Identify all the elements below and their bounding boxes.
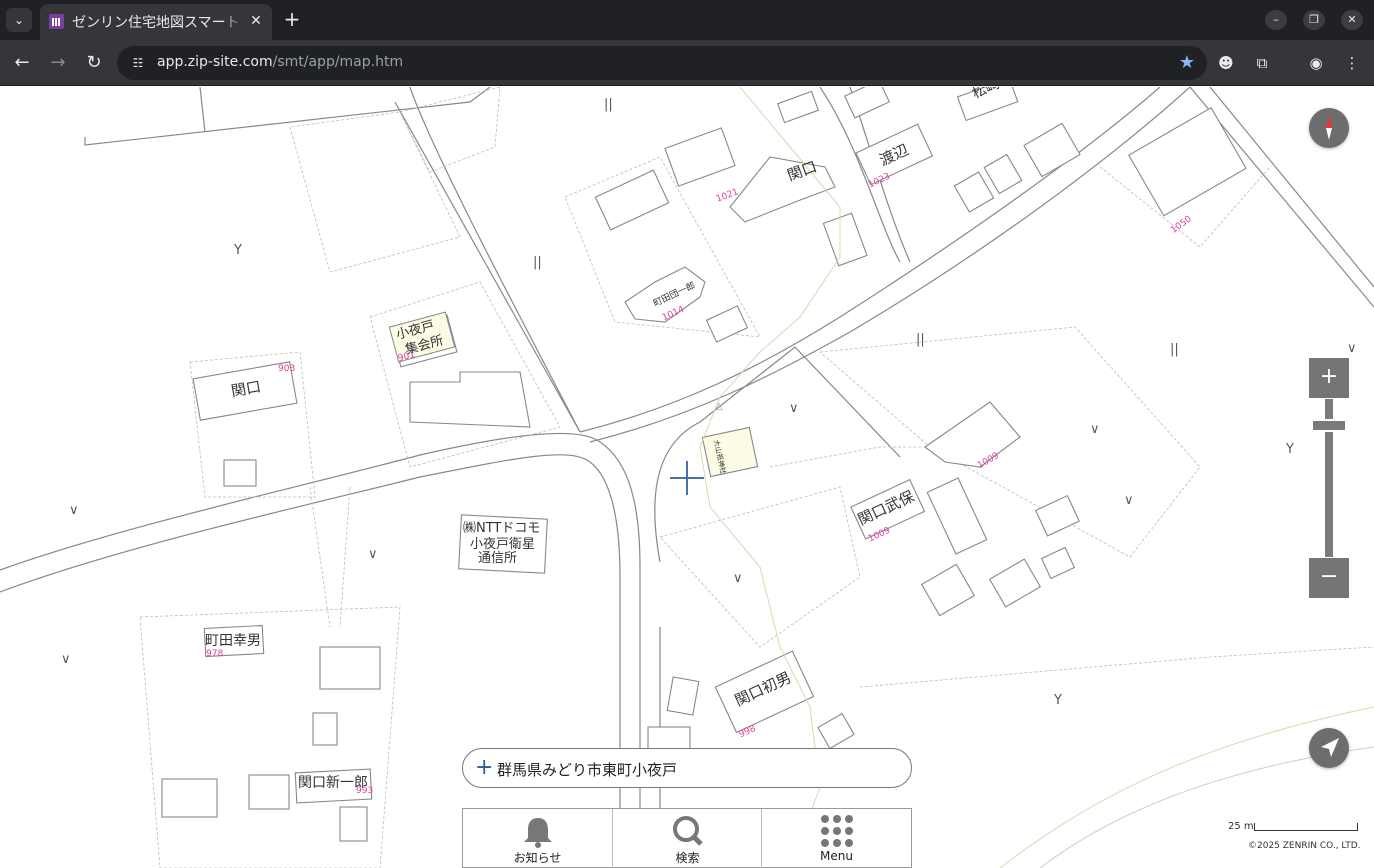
extensions-puzzle-icon[interactable]: ⧉ [1250,51,1274,75]
menu-label: Menu [820,849,853,863]
menu-button[interactable]: Menu [761,809,910,868]
more-menu-icon[interactable]: ⋮ [1340,51,1364,75]
url-path: /smt/app/map.htm [272,54,404,70]
farm-symbol-icon: ∨ [368,547,378,562]
address-bar[interactable]: ☷ app.zip-site.com/smt/app/map.htm ★ [117,46,1207,80]
label-ntt-3: 通信所 [478,551,518,566]
news-button[interactable]: お知らせ [463,809,612,868]
bottom-menu-bar: お知らせ 検索 Menu [462,808,912,868]
url-text[interactable]: app.zip-site.com/smt/app/map.htm [157,54,403,70]
label-ntt-1: ㈱NTTドコモ [463,521,541,536]
address-search-box[interactable]: + 群馬県みどり市東町小夜戸 [462,748,912,788]
reload-button[interactable]: ↻ [82,51,106,75]
new-tab-button[interactable]: + [282,9,302,29]
close-window-button[interactable]: ✕ [1341,10,1363,30]
wasteland-symbol-icon: Y [234,243,242,258]
farm-symbol-icon: ∨ [61,652,71,667]
extension-avatar-icon[interactable]: ☻ [1214,51,1238,75]
farm-symbol-icon: ∨ [69,503,79,518]
farm-symbol-icon: ∨ [733,571,743,586]
profile-icon[interactable]: ◉ [1304,51,1328,75]
field-symbol-icon: || [533,255,542,270]
forward-button[interactable]: → [46,51,70,75]
tab-title: ゼンリン住宅地図スマート [72,12,244,32]
farm-symbol-icon: ∨ [789,401,799,416]
bell-icon [524,818,552,848]
zoom-out-button[interactable]: − [1309,558,1349,598]
tab-close-icon[interactable]: ✕ [246,11,266,31]
farm-symbol-icon: ∨ [1090,422,1100,437]
zenrin-favicon-icon [49,14,64,29]
house-number: 903 [278,364,296,374]
label-machida-yukio: 町田幸男 [205,633,261,649]
house-number: 993 [356,786,374,796]
search-label: 検索 [675,851,700,865]
zoom-in-button[interactable]: + [1309,358,1349,398]
back-button[interactable]: ← [10,51,34,75]
map-canvas[interactable]: 松崎 関口 渡辺 町田団一郎 小夜戸 集会所 関口 ㈱NTTドコモ 小夜戸衛星 … [0,87,1374,868]
browser-toolbar: ← → ↻ ☷ app.zip-site.com/smt/app/map.htm… [0,40,1374,86]
field-symbol-icon: || [916,332,925,347]
farm-symbol-icon: ∨ [1124,493,1134,508]
current-location-icon[interactable] [1309,728,1349,768]
news-label: お知らせ [513,851,562,865]
url-host: app.zip-site.com [157,54,273,70]
browser-tabstrip: ⌄ ゼンリン住宅地図スマート ✕ + – ❐ ✕ [0,0,1374,40]
browser-tab[interactable]: ゼンリン住宅地図スマート ✕ [40,4,272,40]
house-number: 978 [206,649,224,659]
compass-north-icon[interactable] [1309,108,1349,148]
restore-window-button[interactable]: ❐ [1303,10,1325,30]
farm-symbol-icon: ∨ [1347,341,1357,356]
tab-list-chevron-icon[interactable]: ⌄ [6,8,32,32]
minimize-window-button[interactable]: – [1265,10,1287,30]
scale-bar [1254,823,1358,831]
search-button[interactable]: 検索 [612,809,761,868]
current-address: 群馬県みどり市東町小夜戸 [497,761,678,779]
site-info-icon[interactable]: ☷ [129,54,147,72]
field-symbol-icon: || [1170,342,1179,357]
zoom-slider-handle[interactable] [1311,419,1347,433]
map-center-crosshair-icon [670,461,704,495]
shrine-symbol-icon: △ [715,401,723,412]
copyright-notice: ©2025 ZENRIN CO., LTD. [1248,841,1361,851]
bookmark-star-icon[interactable]: ★ [1179,52,1195,74]
field-symbol-icon: || [604,97,613,112]
search-icon [673,816,703,846]
scale-label: 25 m [1228,821,1254,832]
grid-menu-icon [821,815,853,847]
wasteland-symbol-icon: Y [1286,442,1294,457]
crosshair-plus-icon: + [475,755,494,780]
wasteland-symbol-icon: Y [1054,693,1062,708]
